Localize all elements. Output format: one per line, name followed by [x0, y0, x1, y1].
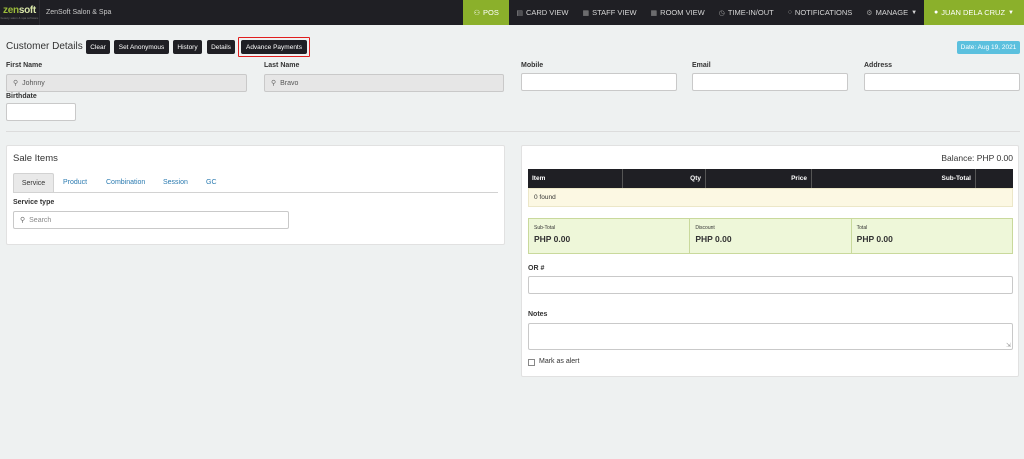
user-name: JUAN DELA CRUZ — [941, 8, 1006, 17]
first-name-label: First Name — [6, 62, 43, 69]
section-divider — [6, 131, 1020, 132]
column-qty: Qty — [623, 169, 706, 188]
discount-cell: Discount PHP 0.00 — [690, 219, 852, 253]
tab-underline — [13, 192, 498, 193]
nav-item-pos[interactable]: ⚇ POS — [463, 0, 510, 25]
details-button[interactable]: Details — [207, 40, 235, 54]
totals-summary: Sub-Total PHP 0.00 Discount PHP 0.00 Tot… — [528, 218, 1013, 254]
chevron-down-icon: ▼ — [1008, 9, 1014, 16]
column-subtotal: Sub-Total — [812, 169, 976, 188]
balance-text: Balance: PHP 0.00 — [941, 153, 1013, 163]
nav-label: NOTIFICATIONS — [794, 8, 853, 17]
gear-icon: ⚙ — [866, 9, 873, 17]
set-anonymous-button[interactable]: Set Anonymous — [114, 40, 169, 54]
first-name-value: Johnny — [22, 79, 45, 87]
sale-items-panel — [6, 145, 505, 245]
last-name-field[interactable]: ⚲ Bravo — [264, 74, 504, 92]
nav-label: CARD VIEW — [525, 8, 569, 17]
cart-table-header: Item Qty Price Sub-Total — [528, 169, 1013, 188]
or-number-label: OR # — [528, 265, 545, 272]
calendar-icon: ▦ — [582, 9, 590, 17]
birthdate-label: Birthdate — [6, 93, 37, 100]
nav-label: MANAGE — [875, 8, 909, 17]
or-number-field[interactable] — [528, 276, 1013, 294]
last-name-label: Last Name — [264, 62, 300, 69]
logo-text: zensoft — [3, 4, 36, 16]
customer-details-title: Customer Details — [6, 41, 83, 52]
nav-item-card-view[interactable]: ▤ CARD VIEW — [509, 0, 575, 25]
notes-textarea[interactable]: ⇲ — [528, 323, 1013, 350]
mark-alert-checkbox[interactable] — [528, 359, 535, 366]
brand-name: ZenSoft Salon & Spa — [46, 9, 112, 16]
logo[interactable]: zensoft beauty salon & spa software — [0, 0, 40, 25]
clock-icon: ◷ — [718, 9, 725, 17]
nav-label: STAFF VIEW — [592, 8, 637, 17]
total-cell: Total PHP 0.00 — [852, 219, 1012, 253]
last-name-value: Bravo — [280, 79, 299, 87]
card-icon: ▤ — [516, 9, 523, 17]
nav-label: ROOM VIEW — [660, 8, 705, 17]
column-actions — [976, 169, 1013, 188]
resize-grip-icon[interactable]: ⇲ — [1006, 342, 1011, 349]
address-field[interactable] — [864, 73, 1020, 91]
top-navbar: zensoft beauty salon & spa software ZenS… — [0, 0, 1024, 25]
logo-subtitle: beauty salon & spa software — [0, 15, 39, 20]
items-found-row: 0 found — [528, 188, 1013, 207]
nav-label: TIME-IN/OUT — [727, 8, 774, 17]
tab-product[interactable]: Product — [63, 173, 87, 192]
date-badge: Date: Aug 19, 2021 — [957, 41, 1020, 54]
mark-alert-label: Mark as alert — [539, 358, 580, 365]
birthdate-field[interactable] — [6, 103, 76, 121]
nav-label: POS — [483, 8, 499, 17]
column-item: Item — [528, 169, 623, 188]
total-value: PHP 0.00 — [856, 234, 893, 244]
search-icon: ⚲ — [271, 80, 277, 87]
email-field[interactable] — [692, 73, 848, 91]
discount-value: PHP 0.00 — [695, 234, 732, 244]
tab-gc[interactable]: GC — [206, 173, 217, 192]
address-label: Address — [864, 62, 893, 69]
nav-item-notifications[interactable]: ○ NOTIFICATIONS — [781, 0, 860, 25]
total-label: Total — [856, 225, 868, 231]
user-plus-icon: ⚇ — [473, 9, 481, 17]
nav-item-room-view[interactable]: ▦ ROOM VIEW — [644, 0, 712, 25]
search-placeholder: Search — [29, 216, 52, 224]
clear-button[interactable]: Clear — [86, 40, 110, 54]
nav-item-time-in-out[interactable]: ◷ TIME-IN/OUT — [712, 0, 781, 25]
search-icon: ⚲ — [20, 217, 26, 224]
subtotal-value: PHP 0.00 — [534, 234, 571, 244]
mobile-label: Mobile — [521, 62, 544, 69]
tab-service[interactable]: Service — [13, 173, 54, 192]
subtotal-cell: Sub-Total PHP 0.00 — [529, 219, 691, 253]
nav-item-manage[interactable]: ⚙ MANAGE ▼ — [859, 0, 924, 25]
highlight-outline — [238, 37, 310, 57]
tab-combination[interactable]: Combination — [106, 173, 145, 192]
tab-session[interactable]: Session — [163, 173, 188, 192]
calendar-icon: ▦ — [650, 9, 658, 17]
service-type-label: Service type — [13, 199, 55, 206]
nav-item-staff-view[interactable]: ▦ STAFF VIEW — [575, 0, 643, 25]
chevron-down-icon: ▼ — [911, 9, 918, 16]
notes-label: Notes — [528, 311, 548, 318]
user-icon: ● — [934, 9, 939, 16]
history-button[interactable]: History — [173, 40, 202, 54]
mobile-field[interactable] — [521, 73, 677, 91]
service-search-input[interactable]: ⚲ Search — [13, 211, 289, 229]
sale-items-title: Sale Items — [13, 153, 58, 164]
user-menu[interactable]: ● JUAN DELA CRUZ ▼ — [924, 0, 1024, 25]
column-price: Price — [706, 169, 812, 188]
search-icon: ⚲ — [13, 80, 19, 87]
email-label: Email — [692, 62, 711, 69]
discount-label: Discount — [695, 225, 715, 231]
bell-icon: ○ — [787, 9, 792, 16]
first-name-field[interactable]: ⚲ Johnny — [6, 74, 247, 92]
subtotal-label: Sub-Total — [534, 225, 556, 231]
main-nav: ⚇ POS ▤ CARD VIEW ▦ STAFF VIEW ▦ ROOM VI… — [463, 0, 1024, 25]
